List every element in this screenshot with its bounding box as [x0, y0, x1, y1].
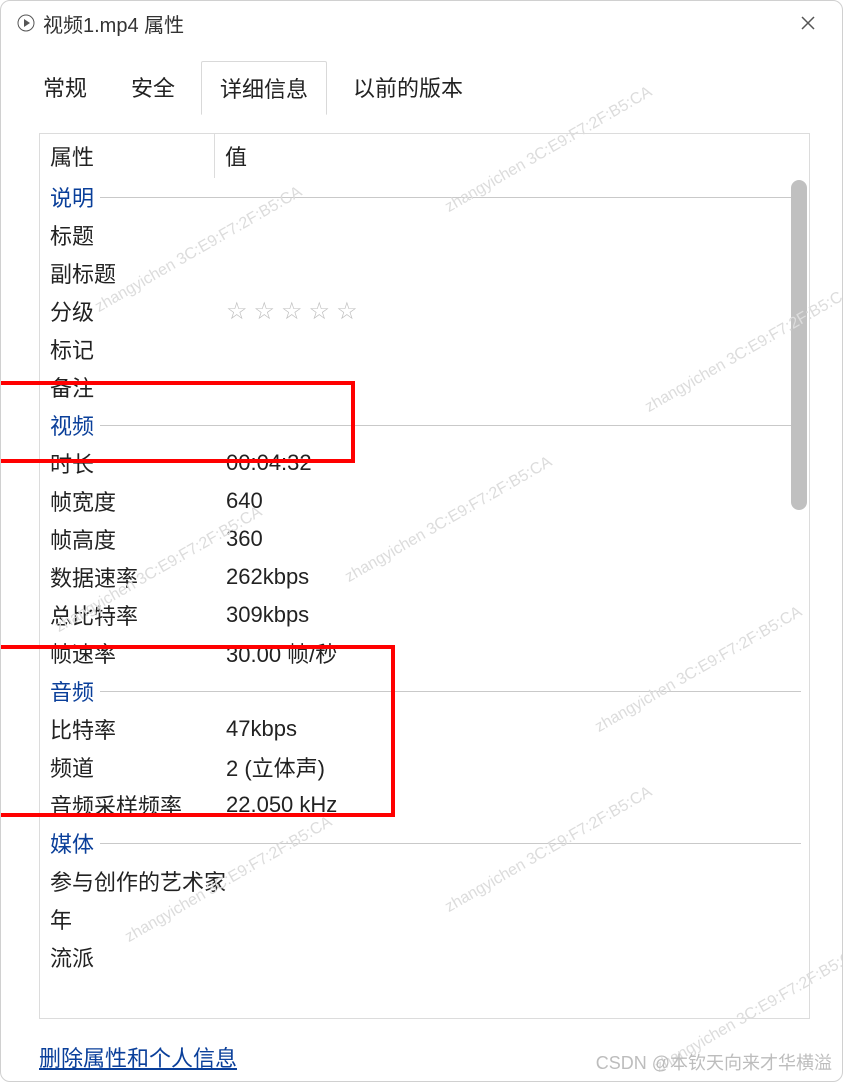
row-genre[interactable]: 流派 — [48, 938, 801, 976]
prop-value: 22.050 kHz — [226, 792, 801, 818]
header-property[interactable]: 属性 — [40, 134, 215, 178]
prop-value: 309kbps — [226, 602, 801, 628]
prop-label: 总比特率 — [48, 599, 226, 631]
table-body[interactable]: 说明 标题 副标题 分级 ☆☆☆☆☆ 标记 — [40, 178, 809, 1018]
section-label: 说明 — [48, 181, 100, 213]
row-frame-width[interactable]: 帧宽度 640 — [48, 482, 801, 520]
prop-label: 比特率 — [48, 713, 226, 745]
row-length[interactable]: 时长 00:04:32 — [48, 444, 801, 482]
prop-label: 标记 — [48, 333, 226, 365]
prop-label: 副标题 — [48, 257, 226, 289]
section-label: 音频 — [48, 675, 100, 707]
remove-properties-link[interactable]: 删除属性和个人信息 — [39, 1041, 237, 1073]
tab-general[interactable]: 常规 — [25, 61, 105, 115]
prop-label: 频道 — [48, 751, 226, 783]
section-divider — [100, 425, 801, 426]
section-divider — [100, 843, 801, 844]
window-title: 视频1.mp4 属性 — [43, 9, 184, 38]
rating-stars[interactable]: ☆☆☆☆☆ — [226, 297, 801, 326]
prop-label: 分级 — [48, 295, 226, 327]
prop-label: 参与创作的艺术家 — [48, 865, 226, 897]
prop-label: 帧宽度 — [48, 485, 226, 517]
vertical-scrollbar[interactable] — [791, 180, 807, 510]
prop-label: 流派 — [48, 941, 226, 973]
row-frame-rate[interactable]: 帧速率 30.00 帧/秒 — [48, 634, 801, 672]
section-audio: 音频 — [48, 672, 801, 710]
section-label: 媒体 — [48, 827, 100, 859]
row-artist[interactable]: 参与创作的艺术家 — [48, 862, 801, 900]
prop-label: 备注 — [48, 371, 226, 403]
titlebar: 视频1.mp4 属性 — [1, 1, 842, 45]
tab-security[interactable]: 安全 — [113, 61, 193, 115]
prop-label: 时长 — [48, 447, 226, 479]
column-headers: 属性 值 — [40, 134, 809, 178]
tab-previous-versions[interactable]: 以前的版本 — [335, 61, 481, 115]
details-list: 属性 值 说明 标题 副标题 分级 ☆☆☆ — [39, 133, 810, 1019]
row-frame-height[interactable]: 帧高度 360 — [48, 520, 801, 558]
row-year[interactable]: 年 — [48, 900, 801, 938]
prop-value: 262kbps — [226, 564, 801, 590]
prop-value: 360 — [226, 526, 801, 552]
properties-window: 视频1.mp4 属性 常规 安全 详细信息 以前的版本 属性 值 说明 — [0, 0, 843, 1082]
row-sample-rate[interactable]: 音频采样频率 22.050 kHz — [48, 786, 801, 824]
prop-value: 640 — [226, 488, 801, 514]
row-tags[interactable]: 标记 — [48, 330, 801, 368]
prop-label: 音频采样频率 — [48, 789, 226, 821]
section-video: 视频 — [48, 406, 801, 444]
row-total-bitrate[interactable]: 总比特率 309kbps — [48, 596, 801, 634]
prop-value: 47kbps — [226, 716, 801, 742]
row-audio-bitrate[interactable]: 比特率 47kbps — [48, 710, 801, 748]
section-divider — [100, 691, 801, 692]
section-description: 说明 — [48, 178, 801, 216]
prop-value: 2 (立体声) — [226, 751, 801, 783]
row-data-rate[interactable]: 数据速率 262kbps — [48, 558, 801, 596]
prop-label: 年 — [48, 903, 226, 935]
prop-value: 00:04:32 — [226, 450, 801, 476]
content-area: 属性 值 说明 标题 副标题 分级 ☆☆☆ — [1, 115, 842, 1081]
prop-label: 帧速率 — [48, 637, 226, 669]
prop-value: 30.00 帧/秒 — [226, 637, 801, 669]
prop-label: 标题 — [48, 219, 226, 251]
header-value[interactable]: 值 — [215, 134, 809, 178]
row-rating[interactable]: 分级 ☆☆☆☆☆ — [48, 292, 801, 330]
video-file-icon — [17, 14, 35, 32]
section-divider — [100, 197, 801, 198]
prop-label: 帧高度 — [48, 523, 226, 555]
row-comments[interactable]: 备注 — [48, 368, 801, 406]
close-button[interactable] — [790, 5, 826, 41]
tab-details[interactable]: 详细信息 — [201, 61, 327, 115]
row-title[interactable]: 标题 — [48, 216, 801, 254]
tab-strip: 常规 安全 详细信息 以前的版本 — [1, 45, 842, 115]
row-channels[interactable]: 频道 2 (立体声) — [48, 748, 801, 786]
section-media: 媒体 — [48, 824, 801, 862]
row-subtitle[interactable]: 副标题 — [48, 254, 801, 292]
section-label: 视频 — [48, 409, 100, 441]
prop-label: 数据速率 — [48, 561, 226, 593]
